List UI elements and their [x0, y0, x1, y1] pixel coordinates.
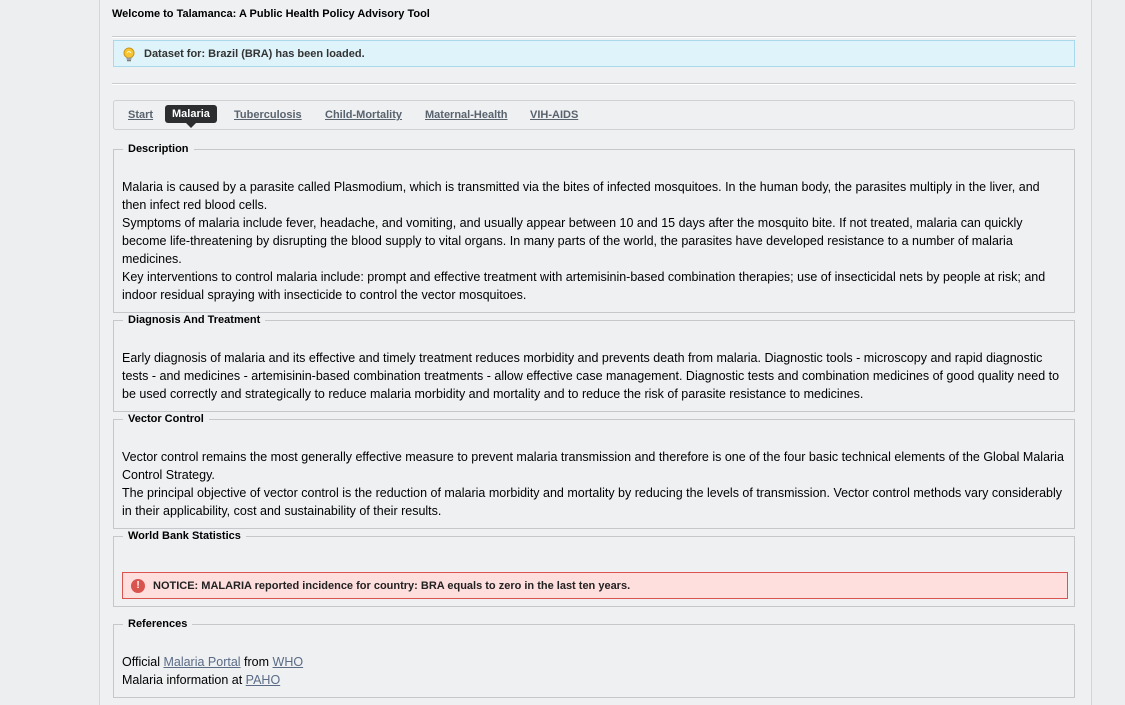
description-paragraph: Key interventions to control malaria inc… — [122, 270, 1046, 302]
diagnosis-text: Early diagnosis of malaria and its effec… — [122, 349, 1066, 403]
description-paragraph: Symptoms of malaria include fever, heada… — [122, 216, 1023, 266]
world-bank-statistics-section: World Bank Statistics ! NOTICE: MALARIA … — [113, 530, 1075, 607]
references-legend: References — [128, 618, 188, 630]
notice-text: NOTICE: MALARIA reported incidence for c… — [153, 580, 631, 592]
divider — [112, 83, 1076, 85]
lightbulb-icon — [123, 47, 135, 62]
reference-line: Official Malaria Portal from WHO — [122, 653, 1066, 671]
notice-message: ! NOTICE: MALARIA reported incidence for… — [122, 572, 1068, 599]
info-message: Dataset for: Brazil (BRA) has been loade… — [113, 40, 1075, 67]
page-container: Welcome to Talamanca: A Public Health Po… — [99, 0, 1092, 705]
tab-tuberculosis[interactable]: Tuberculosis — [234, 109, 302, 121]
tab-child-mortality[interactable]: Child-Mortality — [325, 109, 402, 121]
malaria-portal-link[interactable]: Malaria Portal — [163, 655, 240, 669]
reference-connector: from — [240, 655, 273, 669]
paho-link[interactable]: PAHO — [246, 673, 281, 687]
vector-control-paragraph: Vector control remains the most generall… — [122, 450, 1064, 482]
tab-start[interactable]: Start — [128, 109, 153, 121]
tab-maternal-health[interactable]: Maternal-Health — [425, 109, 508, 121]
tab-vih-aids[interactable]: VIH-AIDS — [530, 109, 578, 121]
description-section: Description Malaria is caused by a paras… — [113, 143, 1075, 313]
description-text: Malaria is caused by a parasite called P… — [122, 178, 1066, 304]
page-title: Welcome to Talamanca: A Public Health Po… — [112, 8, 430, 20]
vector-control-text: Vector control remains the most generall… — [122, 448, 1066, 520]
diagnosis-legend: Diagnosis And Treatment — [128, 314, 261, 326]
reference-prefix: Malaria information at — [122, 673, 246, 687]
reference-prefix: Official — [122, 655, 164, 669]
who-link[interactable]: WHO — [273, 655, 304, 669]
description-paragraph: Malaria is caused by a parasite called P… — [122, 180, 1040, 212]
tab-malaria[interactable]: Malaria — [165, 105, 217, 128]
vector-control-section: Vector Control Vector control remains th… — [113, 413, 1075, 529]
divider — [112, 36, 1076, 38]
vector-control-legend: Vector Control — [128, 413, 204, 425]
description-legend: Description — [128, 143, 189, 155]
info-message-text: Dataset for: Brazil (BRA) has been loade… — [144, 48, 365, 60]
vector-control-paragraph: The principal objective of vector contro… — [122, 486, 1063, 518]
world-bank-statistics-legend: World Bank Statistics — [128, 530, 241, 542]
reference-line: Malaria information at PAHO — [122, 671, 1066, 689]
tab-bar: Start Malaria Tuberculosis Child-Mortali… — [113, 100, 1075, 130]
references-section: References Official Malaria Portal from … — [113, 618, 1075, 698]
references-text: Official Malaria Portal from WHO Malaria… — [122, 653, 1066, 689]
error-icon: ! — [131, 579, 145, 593]
diagnosis-section: Diagnosis And Treatment Early diagnosis … — [113, 314, 1075, 412]
diagnosis-paragraph: Early diagnosis of malaria and its effec… — [122, 351, 1060, 401]
